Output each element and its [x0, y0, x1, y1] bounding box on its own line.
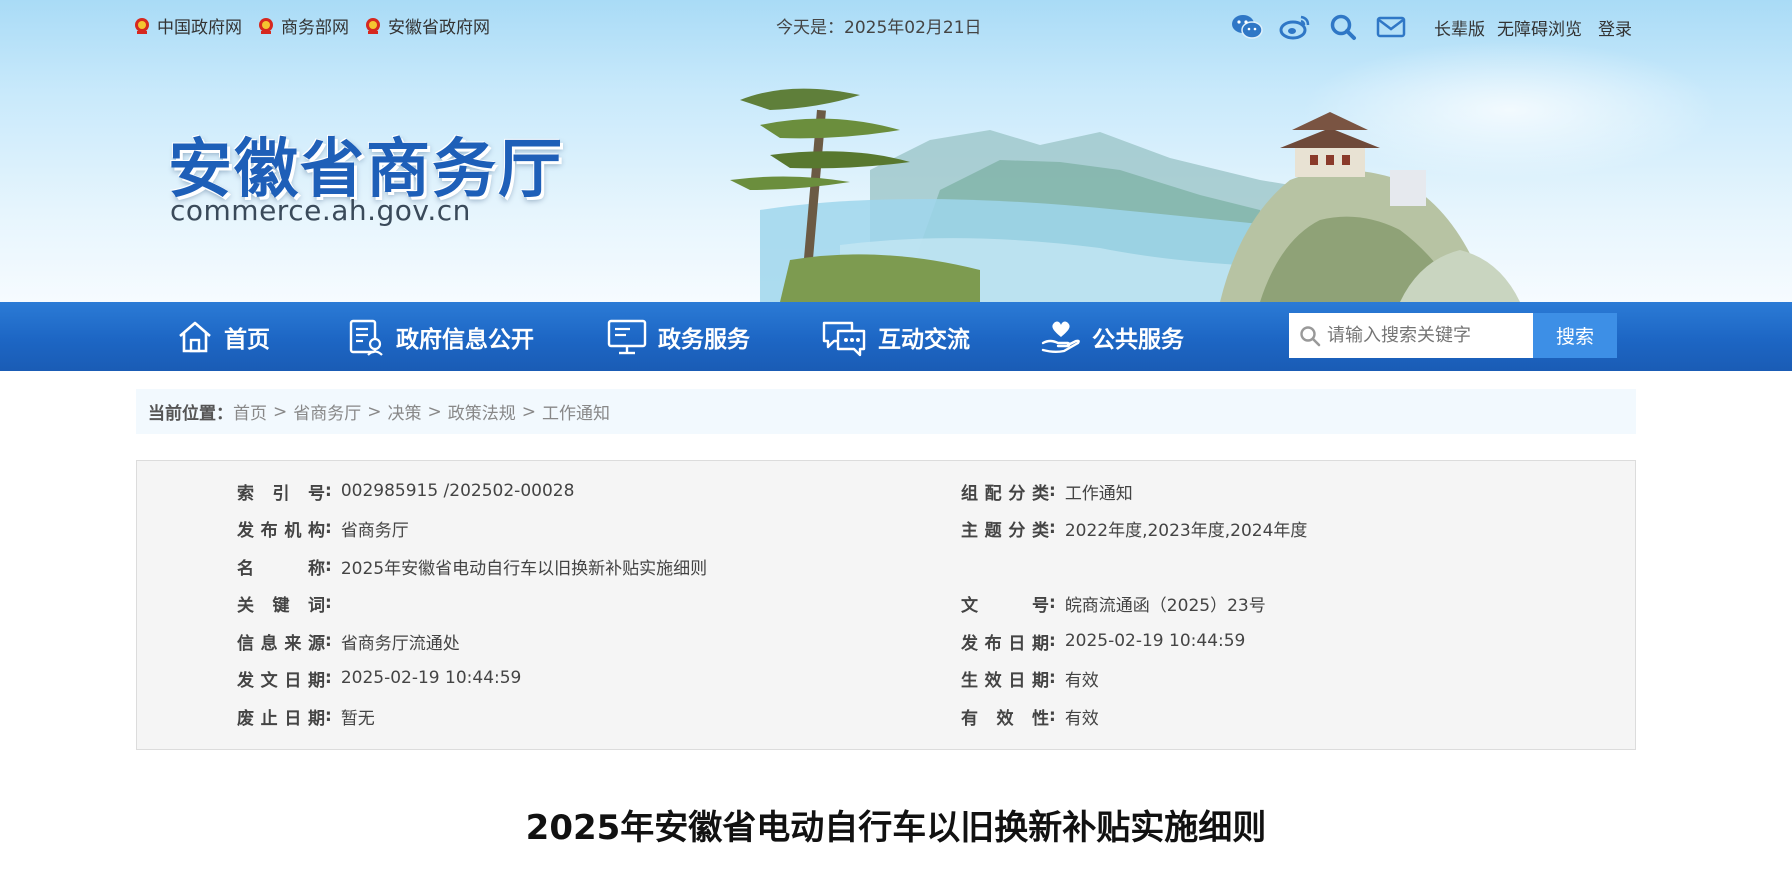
- search-icon: [1300, 325, 1321, 346]
- article-title: 2025年安徽省电动自行车以旧换新补贴实施细则: [525, 808, 1267, 848]
- meta-expiry-date: 废止日期: 暂无: [237, 701, 375, 731]
- elder-mode-link[interactable]: 长辈版: [1434, 15, 1485, 40]
- meta-value: 2022年度,2023年度,2024年度: [1064, 520, 1308, 541]
- meta-name: 名 称: 2025年安徽省电动自行车以旧换新补贴实施细则: [237, 551, 707, 581]
- meta-value: 省商务厅流通处: [340, 633, 460, 654]
- meta-index-number: 索 引 号: 002985915 /202502-00028: [237, 476, 574, 506]
- search-box: [1289, 313, 1533, 358]
- nav-item-public-services[interactable]: 公共服务: [1040, 302, 1184, 371]
- monitor-icon: [607, 319, 647, 354]
- top-link-label: 商务部网: [281, 18, 349, 38]
- meta-value: 暂无: [340, 708, 375, 729]
- nav-label: 互动交流: [878, 326, 970, 353]
- breadcrumb-item-policy[interactable]: 政策法规: [448, 399, 516, 424]
- search-input[interactable]: [1327, 325, 1527, 346]
- meta-keywords: 关 键 词:: [237, 588, 341, 618]
- hand-heart-icon: [1041, 321, 1080, 353]
- mail-icon[interactable]: [1374, 12, 1408, 42]
- top-bar: 中国政府网 商务部网 安徽省政府网 今天是：2025年02月21日 长辈版 无障…: [0, 0, 1792, 50]
- meta-value: 2025-02-19 10:44:59: [340, 668, 522, 688]
- nav-label: 政府信息公开: [396, 326, 534, 353]
- meta-value: 有效: [1064, 708, 1099, 729]
- national-emblem-icon: [135, 17, 149, 34]
- login-link[interactable]: 登录: [1598, 15, 1632, 40]
- meta-key: 索 引 号: [237, 483, 325, 504]
- nav-item-home[interactable]: 首页: [176, 302, 270, 371]
- meta-key: 有 效 性: [961, 708, 1049, 729]
- meta-value: 工作通知: [1064, 483, 1133, 504]
- meta-key: 发文日期: [237, 670, 325, 691]
- nav-label: 首页: [224, 326, 270, 353]
- meta-issue-date: 发文日期: 2025-02-19 10:44:59: [237, 663, 521, 693]
- breadcrumb-label: 当前位置：: [148, 404, 233, 424]
- utility-toolbar: 长辈版 无障碍浏览 登录: [1230, 12, 1632, 42]
- meta-publisher: 发布机构: 省商务厅: [237, 513, 409, 543]
- meta-validity: 有 效 性: 有效: [961, 701, 1099, 731]
- document-icon: [349, 319, 383, 356]
- chat-icon: [822, 321, 866, 356]
- top-link-anhui-gov[interactable]: 安徽省政府网: [365, 13, 490, 38]
- national-emblem-icon: [366, 17, 380, 34]
- top-link-label: 中国政府网: [157, 18, 242, 38]
- meta-publish-date: 发布日期: 2025-02-19 10:44:59: [961, 626, 1245, 656]
- today-date: 今天是：2025年02月21日: [776, 18, 982, 38]
- meta-key: 文 号: [961, 595, 1049, 616]
- home-icon: [179, 321, 211, 352]
- meta-value: 002985915 /202502-00028: [340, 481, 575, 501]
- meta-document-number: 文 号: 皖商流通函（2025）23号: [961, 588, 1266, 618]
- header-banner: 中国政府网 商务部网 安徽省政府网 今天是：2025年02月21日 长辈版 无障…: [0, 0, 1792, 302]
- top-link-mofcom[interactable]: 商务部网: [258, 13, 349, 38]
- site-domain: commerce.ah.gov.cn: [170, 194, 471, 227]
- meta-category: 组配分类: 工作通知: [961, 476, 1133, 506]
- search-button[interactable]: 搜索: [1533, 313, 1617, 358]
- accessibility-link[interactable]: 无障碍浏览: [1497, 15, 1582, 40]
- nav-item-interaction[interactable]: 互动交流: [820, 302, 970, 371]
- nav-label: 公共服务: [1092, 326, 1184, 353]
- nav-item-services[interactable]: 政务服务: [606, 302, 750, 371]
- search-icon[interactable]: [1326, 12, 1360, 42]
- meta-key: 废止日期: [237, 708, 325, 729]
- top-link-label: 安徽省政府网: [388, 18, 490, 38]
- breadcrumb: 当前位置： 首页 > 省商务厅 > 决策 > 政策法规 > 工作通知: [136, 389, 1636, 434]
- national-emblem-icon: [259, 17, 273, 34]
- meta-value: 省商务厅: [340, 520, 409, 541]
- breadcrumb-item-home[interactable]: 首页: [233, 399, 267, 424]
- meta-effective-date: 生效日期: 有效: [961, 663, 1099, 693]
- breadcrumb-item-decision[interactable]: 决策: [388, 399, 422, 424]
- meta-value: 2025-02-19 10:44:59: [1064, 631, 1246, 651]
- meta-value: 有效: [1064, 670, 1099, 691]
- meta-key: 生效日期: [961, 670, 1049, 691]
- document-metadata: 索 引 号: 002985915 /202502-00028 发布机构: 省商务…: [136, 460, 1636, 750]
- meta-source: 信息来源: 省商务厅流通处: [237, 626, 460, 656]
- breadcrumb-separator: >: [367, 401, 382, 422]
- meta-key: 主题分类: [961, 520, 1049, 541]
- landscape-illustration: [730, 88, 1520, 302]
- meta-key: 发布机构: [237, 520, 325, 541]
- top-link-gov-cn[interactable]: 中国政府网: [134, 13, 242, 38]
- breadcrumb-separator: >: [521, 401, 536, 422]
- nav-item-gov-info[interactable]: 政府信息公开: [346, 302, 534, 371]
- nav-label: 政务服务: [658, 326, 750, 353]
- breadcrumb-separator: >: [273, 401, 288, 422]
- breadcrumb-item-department[interactable]: 省商务厅: [293, 399, 361, 424]
- meta-key: 关 键 词: [237, 595, 325, 616]
- breadcrumb-item-notice[interactable]: 工作通知: [542, 399, 610, 424]
- breadcrumb-separator: >: [427, 401, 442, 422]
- top-links: 中国政府网 商务部网 安徽省政府网: [134, 13, 490, 38]
- meta-key: 信息来源: [237, 633, 325, 654]
- meta-topic: 主题分类: 2022年度,2023年度,2024年度: [961, 513, 1307, 543]
- meta-value: 皖商流通函（2025）23号: [1064, 595, 1266, 616]
- meta-key: 名 称: [237, 558, 325, 579]
- meta-key: 组配分类: [961, 483, 1049, 504]
- meta-value: 2025年安徽省电动自行车以旧换新补贴实施细则: [340, 558, 708, 579]
- wechat-icon[interactable]: [1230, 12, 1264, 42]
- weibo-icon[interactable]: [1278, 12, 1312, 42]
- meta-key: 发布日期: [961, 633, 1049, 654]
